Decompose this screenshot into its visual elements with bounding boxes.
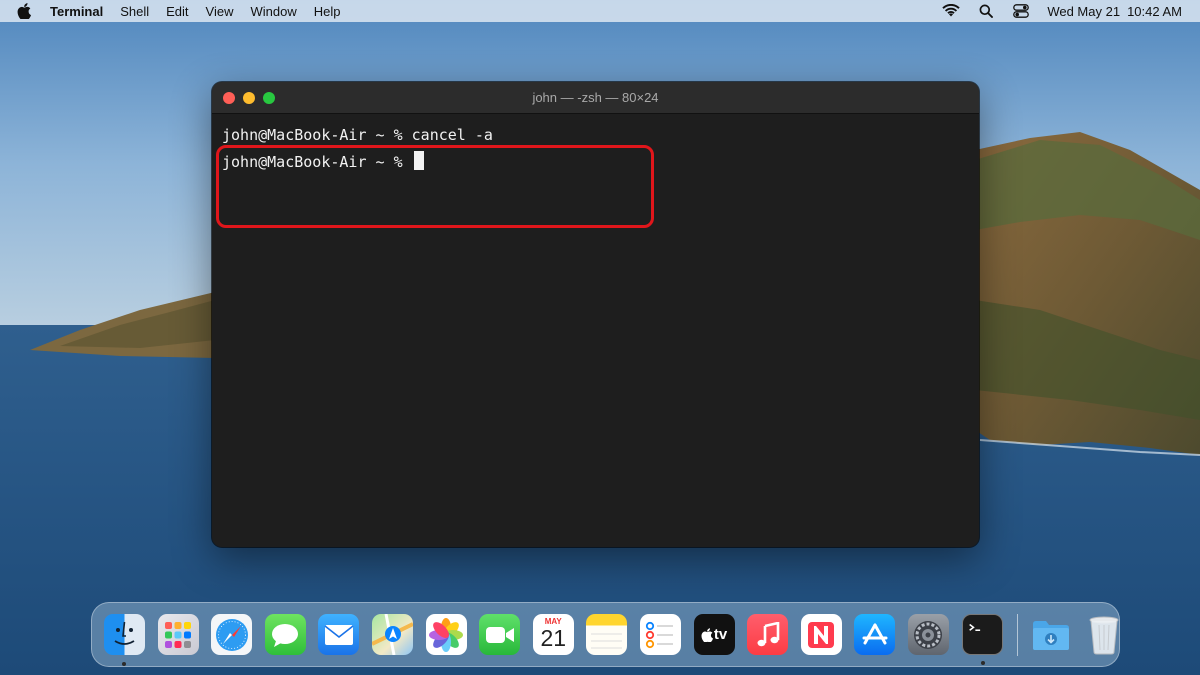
- window-title: john — -zsh — 80×24: [532, 90, 659, 105]
- control-center-icon[interactable]: [1012, 3, 1030, 19]
- mail-icon[interactable]: [318, 614, 360, 655]
- music-icon[interactable]: [747, 614, 789, 655]
- menu-edit[interactable]: Edit: [166, 4, 188, 19]
- window-titlebar[interactable]: john — -zsh — 80×24: [212, 82, 979, 114]
- menu-help[interactable]: Help: [314, 4, 341, 19]
- messages-icon[interactable]: [264, 614, 306, 655]
- zoom-window-button[interactable]: [263, 91, 275, 104]
- apple-tv-icon[interactable]: tv: [693, 614, 735, 655]
- minimize-window-button[interactable]: [243, 91, 255, 104]
- red-highlight-annotation: [216, 145, 654, 228]
- calendar-icon[interactable]: MAY 21: [532, 614, 574, 655]
- calendar-day: 21: [540, 625, 567, 651]
- menu-bar: Terminal Shell Edit View Window Help Wed…: [0, 0, 1200, 22]
- menu-view[interactable]: View: [206, 4, 234, 19]
- running-indicator: [980, 661, 985, 665]
- system-preferences-icon[interactable]: [907, 614, 949, 655]
- launchpad-icon[interactable]: [157, 614, 199, 655]
- app-store-icon[interactable]: [854, 614, 896, 655]
- search-icon[interactable]: [977, 3, 995, 19]
- reminders-icon[interactable]: [639, 614, 681, 655]
- clock-date: Wed May 21: [1047, 3, 1121, 19]
- menubar-clock[interactable]: Wed May 21 10:42 AM: [1047, 4, 1182, 19]
- wifi-icon[interactable]: [942, 3, 960, 19]
- menu-shell[interactable]: Shell: [120, 4, 149, 19]
- apple-icon[interactable]: [17, 3, 31, 19]
- safari-icon[interactable]: [211, 614, 253, 655]
- trash-icon[interactable]: [1084, 614, 1125, 655]
- menu-app-terminal[interactable]: Terminal: [50, 4, 103, 19]
- dock: MAY 21 tv: [91, 602, 1120, 667]
- running-indicator: [122, 662, 126, 666]
- notes-icon[interactable]: [586, 614, 628, 655]
- terminal-icon[interactable]: [961, 614, 1003, 665]
- close-window-button[interactable]: [223, 91, 235, 104]
- menu-window[interactable]: Window: [251, 4, 297, 19]
- photos-icon[interactable]: [425, 614, 467, 655]
- news-icon[interactable]: [800, 614, 842, 655]
- downloads-folder-icon[interactable]: [1030, 614, 1071, 655]
- facetime-icon[interactable]: [479, 614, 521, 655]
- terminal-output[interactable]: john@MacBook-Air ~ % cancel -a john@MacB…: [212, 114, 979, 228]
- finder-icon[interactable]: [104, 614, 145, 666]
- dock-divider: [1017, 613, 1019, 656]
- clock-time: 10:42 AM: [1127, 3, 1182, 19]
- terminal-window[interactable]: john — -zsh — 80×24 john@MacBook-Air ~ %…: [212, 82, 979, 547]
- maps-icon[interactable]: [371, 614, 413, 655]
- apple-tv-label: tv: [713, 626, 728, 643]
